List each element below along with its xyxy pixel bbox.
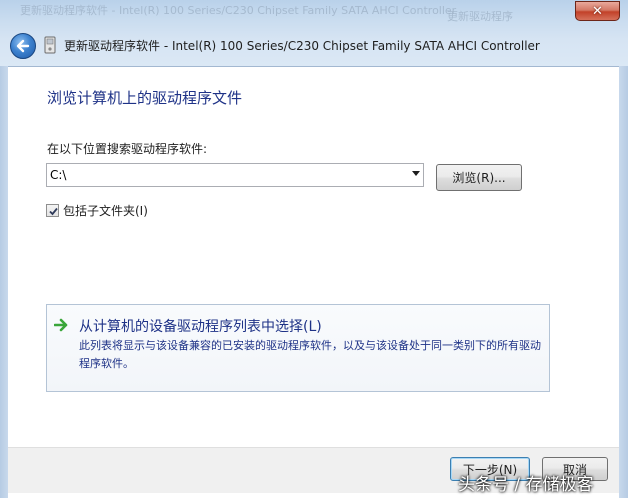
pick-from-list-description: 此列表将显示与该设备兼容的已安装的驱动程序软件，以及与该设备处于同一类别下的所有… [79, 339, 541, 370]
page-heading: 浏览计算机上的驱动程序文件 [47, 89, 243, 107]
path-combobox[interactable] [46, 163, 424, 187]
chevron-down-icon[interactable] [412, 171, 420, 176]
search-location-label: 在以下位置搜索驱动程序软件: [47, 142, 208, 156]
watermark-text: 头条号 / 存储极客 [458, 475, 594, 495]
window-frame-left [0, 66, 8, 498]
window-title: 更新驱动程序软件 - Intel(R) 100 Series/C230 Chip… [64, 39, 540, 53]
pick-from-list-title[interactable]: 从计算机的设备驱动程序列表中选择(L) [79, 316, 322, 336]
update-driver-window: 更新驱动程序软件 - Intel(R) 100 Series/C230 Chip… [0, 0, 628, 498]
background-window-title: 更新驱动程序软件 - Intel(R) 100 Series/C230 Chip… [20, 4, 457, 17]
close-button[interactable]: ✕ [575, 1, 620, 21]
back-button[interactable] [10, 33, 36, 59]
back-arrow-icon [16, 39, 30, 53]
browse-button[interactable]: 浏览(R)... [436, 164, 522, 191]
window-frame-right [619, 66, 628, 498]
device-icon [44, 36, 56, 54]
include-subfolders-checkbox[interactable] [46, 203, 59, 217]
title-bar: 更新驱动程序软件 - Intel(R) 100 Series/C230 Chip… [0, 0, 628, 67]
checkmark-icon [49, 207, 58, 215]
green-arrow-icon [54, 318, 68, 332]
background-window-title-right: 更新驱动程序 [447, 10, 513, 23]
include-subfolders-label: 包括子文件夹(I) [63, 203, 148, 218]
path-input[interactable] [50, 167, 400, 183]
include-subfolders-row[interactable]: 包括子文件夹(I) [46, 202, 148, 218]
